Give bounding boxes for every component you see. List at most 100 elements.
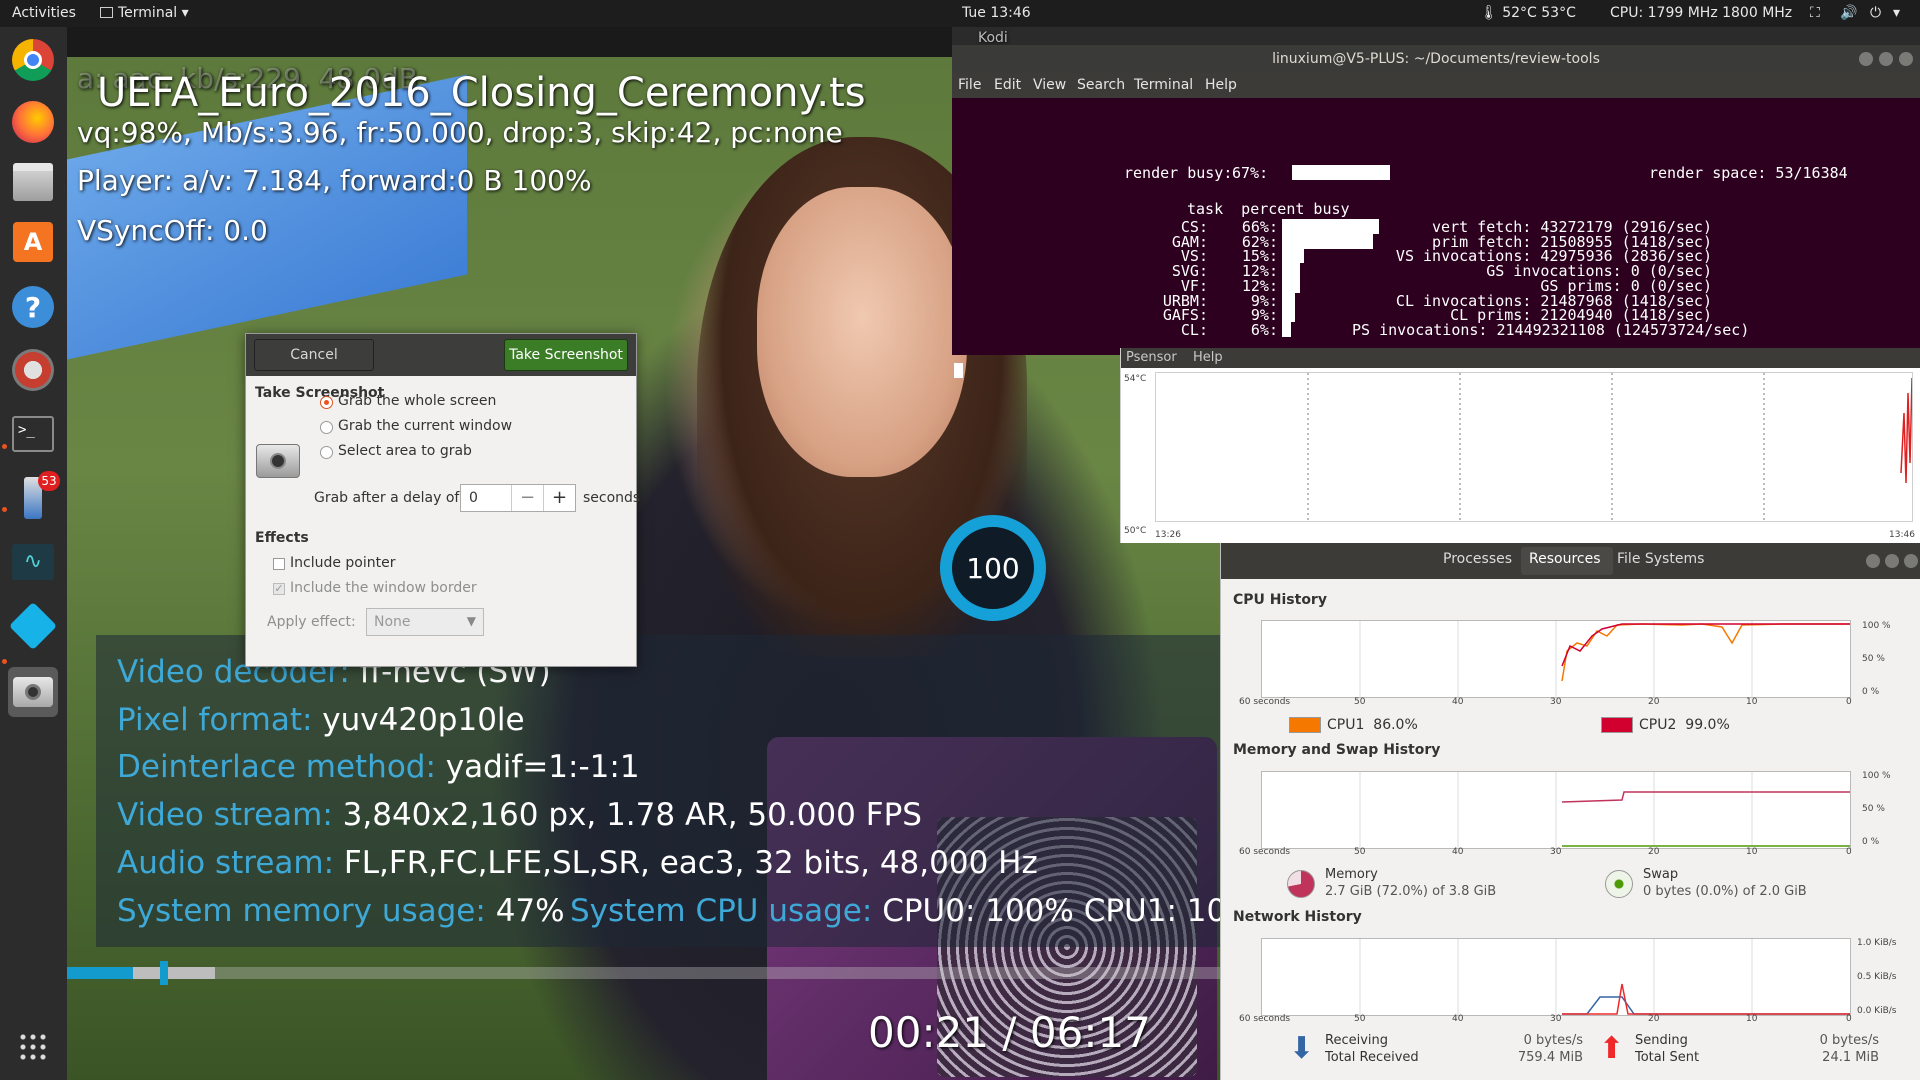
menu-psensor[interactable]: Psensor xyxy=(1126,350,1177,365)
x-tick: 30 xyxy=(1550,697,1562,707)
terminal-window[interactable]: linuxium@V5-PLUS: ~/Documents/review-too… xyxy=(952,45,1920,378)
terminal-launcher[interactable]: >_ xyxy=(8,409,58,459)
total-received-value: 759.4 MiB xyxy=(1517,1050,1583,1065)
include-pointer-label[interactable]: Include pointer xyxy=(290,555,396,571)
swap-pie-icon[interactable] xyxy=(1605,870,1633,898)
clock[interactable]: Tue 13:46 xyxy=(962,5,1031,21)
terminal-output[interactable]: render busy: 67%: render space: 53/16384… xyxy=(952,98,1920,378)
x-tick: 10 xyxy=(1746,847,1758,857)
close-icon[interactable] xyxy=(1899,52,1913,66)
network-history-title: Network History xyxy=(1233,909,1362,925)
notification-badge: 53 xyxy=(38,471,60,491)
receiving-arrow-icon[interactable]: ⬇ xyxy=(1289,1034,1314,1064)
info-value: 3,840x2,160 px, 1.78 AR, 50.000 FPS xyxy=(342,797,922,833)
info-key: Video stream: xyxy=(117,797,333,833)
time-axis-start: 13:26 xyxy=(1155,530,1181,540)
kodi-app-running-indicator xyxy=(2,659,7,664)
system-monitor-launcher[interactable]: ∿ xyxy=(8,537,58,587)
terminal-titlebar[interactable]: linuxium@V5-PLUS: ~/Documents/review-too… xyxy=(952,45,1920,73)
app-menu[interactable]: Terminal ▾ xyxy=(100,5,189,21)
cpu1-color-swatch[interactable] xyxy=(1289,717,1321,733)
menu-file[interactable]: File xyxy=(958,77,981,93)
close-icon[interactable] xyxy=(1904,554,1918,568)
radio-whole-screen-label[interactable]: Grab the whole screen xyxy=(338,393,496,409)
cpu-tick-50: 50 % xyxy=(1862,654,1885,664)
hardware-info-launcher[interactable]: 53 xyxy=(8,471,60,523)
radio-whole-screen[interactable] xyxy=(320,396,333,409)
cpu2-value: 99.0% xyxy=(1685,717,1730,733)
playback-time: 00:21 / 06:17 xyxy=(868,1008,1151,1057)
files-icon xyxy=(13,163,53,201)
delay-value[interactable]: 0 xyxy=(469,490,478,506)
software-center-icon: A xyxy=(13,222,53,262)
temperature-readout: 52°C 53°C xyxy=(1502,5,1576,21)
apply-effect-select[interactable]: None ▼ xyxy=(366,608,484,636)
power-icon[interactable]: ⏻ xyxy=(1870,5,1881,21)
decrement-icon[interactable]: − xyxy=(511,485,543,511)
sending-arrow-icon[interactable]: ⬆ xyxy=(1599,1034,1624,1064)
x-tick: 40 xyxy=(1452,697,1464,707)
cancel-button[interactable]: Cancel xyxy=(254,339,374,371)
cpu-history-title: CPU History xyxy=(1233,592,1327,608)
apply-effect-value: None xyxy=(374,614,411,630)
include-border-label: Include the window border xyxy=(290,580,477,596)
files-launcher[interactable] xyxy=(8,157,58,207)
activities-button[interactable]: Activities xyxy=(12,5,76,21)
chrome-launcher[interactable] xyxy=(8,35,58,85)
show-applications-button[interactable] xyxy=(8,1022,58,1072)
kodi-launcher[interactable] xyxy=(8,601,58,651)
tab-file-systems[interactable]: File Systems xyxy=(1617,551,1704,567)
menu-view[interactable]: View xyxy=(1033,77,1066,93)
volume-icon[interactable]: 🔊 xyxy=(1840,5,1857,21)
swap-label: Swap xyxy=(1643,867,1679,882)
chevron-down-icon: ▼ xyxy=(466,614,476,628)
maximize-icon[interactable] xyxy=(1885,554,1899,568)
info-pixel-format: Pixel format: yuv420p10le xyxy=(117,702,525,738)
seek-bar[interactable] xyxy=(67,967,1220,979)
total-sent-label: Total Sent xyxy=(1635,1050,1700,1065)
radio-current-window-label[interactable]: Grab the current window xyxy=(338,418,512,434)
menu-help[interactable]: Help xyxy=(1205,77,1237,93)
effects-section: Effects xyxy=(255,530,309,546)
radio-select-area[interactable] xyxy=(320,446,333,459)
firefox-launcher[interactable] xyxy=(8,97,58,147)
radio-select-area-label[interactable]: Select area to grab xyxy=(338,443,472,459)
system-monitor-header[interactable]: Processes Resources File Systems xyxy=(1221,543,1920,579)
help-launcher[interactable]: ? xyxy=(8,282,58,332)
screenshot-launcher[interactable] xyxy=(8,667,58,717)
menu-edit[interactable]: Edit xyxy=(994,77,1021,93)
radio-current-window[interactable] xyxy=(320,421,333,434)
menu-terminal[interactable]: Terminal xyxy=(1134,77,1193,93)
cpu1-label: CPU1 xyxy=(1327,717,1365,733)
tab-processes[interactable]: Processes xyxy=(1443,551,1512,567)
psensor-window[interactable]: Psensor Help 54°C 50°C 13:26 13:46 xyxy=(1120,348,1920,543)
menu-search[interactable]: Search xyxy=(1077,77,1125,93)
software-launcher[interactable]: A xyxy=(8,217,58,267)
temperature-series-line xyxy=(1900,377,1913,484)
menu-psensor-help[interactable]: Help xyxy=(1193,350,1223,365)
volume-indicator: 100 xyxy=(940,515,1046,621)
screenshot-dialog[interactable]: Cancel Take Screenshot Take Screenshot G… xyxy=(245,333,640,667)
delay-spinbox[interactable]: 0 − + xyxy=(460,484,576,512)
include-pointer-checkbox[interactable] xyxy=(273,558,285,570)
memory-history-title: Memory and Swap History xyxy=(1233,742,1441,758)
take-screenshot-button[interactable]: Take Screenshot xyxy=(504,339,628,371)
memory-pie-icon[interactable] xyxy=(1287,870,1315,898)
temperature-indicator[interactable]: 🌡 52°C 53°C xyxy=(1480,5,1576,21)
firefox-icon xyxy=(12,101,54,143)
maximize-icon[interactable] xyxy=(1879,52,1893,66)
system-monitor-window[interactable]: Processes Resources File Systems CPU His… xyxy=(1220,543,1920,1080)
increment-icon[interactable]: + xyxy=(543,485,575,511)
settings-launcher[interactable] xyxy=(8,345,58,395)
cpu2-color-swatch[interactable] xyxy=(1601,717,1633,733)
seek-bar-handle[interactable] xyxy=(160,961,168,985)
system-menu-chevron-icon[interactable]: ▾ xyxy=(1893,5,1900,21)
include-border-checkbox[interactable]: ✓ xyxy=(273,583,285,595)
minimize-icon[interactable] xyxy=(1859,52,1873,66)
network-icon[interactable]: ⛶ xyxy=(1810,5,1820,21)
tab-resources[interactable]: Resources xyxy=(1529,551,1601,567)
kodi-window-title: Kodi xyxy=(978,30,1008,46)
cpu-frequency-indicator[interactable]: CPU: 1799 MHz 1800 MHz xyxy=(1610,5,1792,21)
minimize-icon[interactable] xyxy=(1866,554,1880,568)
temperature-graph-svg xyxy=(1307,373,1913,521)
